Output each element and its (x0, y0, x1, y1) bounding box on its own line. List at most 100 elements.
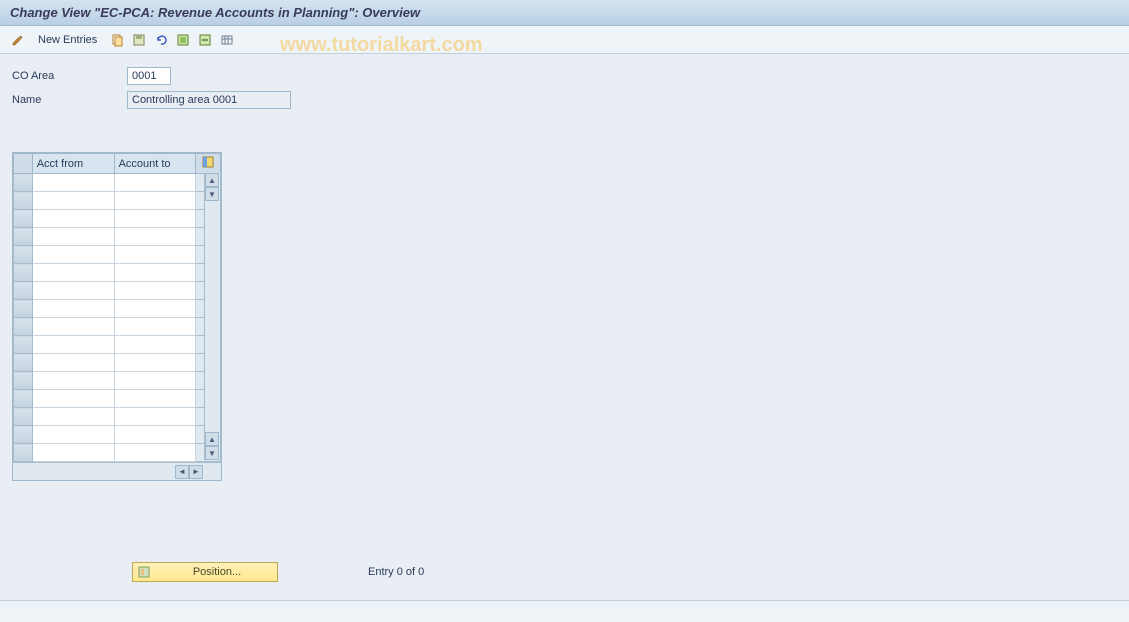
undo-icon[interactable] (153, 32, 169, 48)
cell-acct-from[interactable] (32, 444, 114, 462)
row-selector[interactable] (14, 390, 33, 408)
scroll-up-step-icon[interactable]: ▼ (205, 187, 219, 201)
cell-account-to[interactable] (114, 318, 196, 336)
table-row[interactable] (14, 318, 221, 336)
table-header-row: Acct from Account to (14, 154, 221, 174)
row-selector[interactable] (14, 228, 33, 246)
toolbar: New Entries (0, 26, 1129, 54)
column-acct-from[interactable]: Acct from (32, 154, 114, 174)
copy-icon[interactable] (109, 32, 125, 48)
accounts-table: Acct from Account to ▲ ▼ ▲ ▼ ◄ ► (12, 152, 222, 481)
cell-account-to[interactable] (114, 444, 196, 462)
table-row[interactable] (14, 336, 221, 354)
cell-account-to[interactable] (114, 372, 196, 390)
row-selector[interactable] (14, 336, 33, 354)
row-selector[interactable] (14, 372, 33, 390)
cell-acct-from[interactable] (32, 246, 114, 264)
table-row[interactable] (14, 192, 221, 210)
row-selector[interactable] (14, 282, 33, 300)
select-all-icon[interactable] (175, 32, 191, 48)
cell-account-to[interactable] (114, 426, 196, 444)
cell-acct-from[interactable] (32, 228, 114, 246)
cell-account-to[interactable] (114, 282, 196, 300)
column-account-to[interactable]: Account to (114, 154, 196, 174)
title-bar: Change View "EC-PCA: Revenue Accounts in… (0, 0, 1129, 26)
cell-acct-from[interactable] (32, 210, 114, 228)
cell-acct-from[interactable] (32, 426, 114, 444)
table-row[interactable] (14, 228, 221, 246)
row-selector[interactable] (14, 264, 33, 282)
cell-acct-from[interactable] (32, 390, 114, 408)
cell-account-to[interactable] (114, 228, 196, 246)
scroll-right-icon[interactable]: ► (189, 465, 203, 479)
status-bar (0, 600, 1129, 622)
row-selector[interactable] (14, 246, 33, 264)
table-row[interactable] (14, 372, 221, 390)
cell-acct-from[interactable] (32, 264, 114, 282)
row-selector[interactable] (14, 444, 33, 462)
row-selector[interactable] (14, 408, 33, 426)
cell-account-to[interactable] (114, 174, 196, 192)
footer-row: Position... Entry 0 of 0 (12, 562, 424, 582)
table-row[interactable] (14, 390, 221, 408)
horizontal-scrollbar[interactable]: ◄ ► (13, 462, 221, 480)
cell-acct-from[interactable] (32, 354, 114, 372)
save-icon[interactable] (131, 32, 147, 48)
cell-acct-from[interactable] (32, 408, 114, 426)
row-selector[interactable] (14, 192, 33, 210)
co-area-label: CO Area (12, 70, 127, 82)
cell-account-to[interactable] (114, 192, 196, 210)
table-settings-icon[interactable] (219, 32, 235, 48)
table-select-all-header[interactable] (14, 154, 33, 174)
entry-counter: Entry 0 of 0 (368, 566, 424, 578)
row-selector[interactable] (14, 426, 33, 444)
name-label: Name (12, 94, 127, 106)
cell-account-to[interactable] (114, 408, 196, 426)
cell-acct-from[interactable] (32, 192, 114, 210)
vertical-scrollbar[interactable]: ▲ ▼ ▲ ▼ (204, 173, 220, 460)
cell-acct-from[interactable] (32, 372, 114, 390)
scroll-left-icon[interactable]: ◄ (175, 465, 189, 479)
table-row[interactable] (14, 444, 221, 462)
table-row[interactable] (14, 300, 221, 318)
new-entries-button[interactable]: New Entries (32, 34, 103, 46)
scroll-up-icon[interactable]: ▲ (205, 173, 219, 187)
content-area: CO Area Name Acct from Account to ▲ ▼ ▲ … (0, 54, 1129, 493)
co-area-input[interactable] (127, 67, 171, 85)
table-row[interactable] (14, 264, 221, 282)
scroll-down-icon[interactable]: ▼ (205, 446, 219, 460)
position-button[interactable]: Position... (132, 562, 278, 582)
pencil-icon[interactable] (10, 32, 26, 48)
cell-account-to[interactable] (114, 300, 196, 318)
cell-acct-from[interactable] (32, 174, 114, 192)
table-row[interactable] (14, 174, 221, 192)
row-selector[interactable] (14, 354, 33, 372)
position-label: Position... (157, 566, 277, 578)
table-row[interactable] (14, 246, 221, 264)
row-selector[interactable] (14, 210, 33, 228)
table-row[interactable] (14, 282, 221, 300)
cell-acct-from[interactable] (32, 282, 114, 300)
table-row[interactable] (14, 426, 221, 444)
table-config-icon[interactable] (196, 154, 221, 174)
table-row[interactable] (14, 210, 221, 228)
table-row[interactable] (14, 408, 221, 426)
row-selector[interactable] (14, 300, 33, 318)
cell-account-to[interactable] (114, 264, 196, 282)
cell-account-to[interactable] (114, 246, 196, 264)
row-selector[interactable] (14, 174, 33, 192)
cell-account-to[interactable] (114, 354, 196, 372)
cell-account-to[interactable] (114, 336, 196, 354)
cell-acct-from[interactable] (32, 336, 114, 354)
position-icon (137, 565, 151, 579)
name-row: Name (12, 90, 1117, 110)
page-title: Change View "EC-PCA: Revenue Accounts in… (10, 5, 420, 20)
row-selector[interactable] (14, 318, 33, 336)
cell-account-to[interactable] (114, 210, 196, 228)
table-row[interactable] (14, 354, 221, 372)
scroll-down-step-icon[interactable]: ▲ (205, 432, 219, 446)
deselect-all-icon[interactable] (197, 32, 213, 48)
cell-acct-from[interactable] (32, 300, 114, 318)
cell-account-to[interactable] (114, 390, 196, 408)
cell-acct-from[interactable] (32, 318, 114, 336)
